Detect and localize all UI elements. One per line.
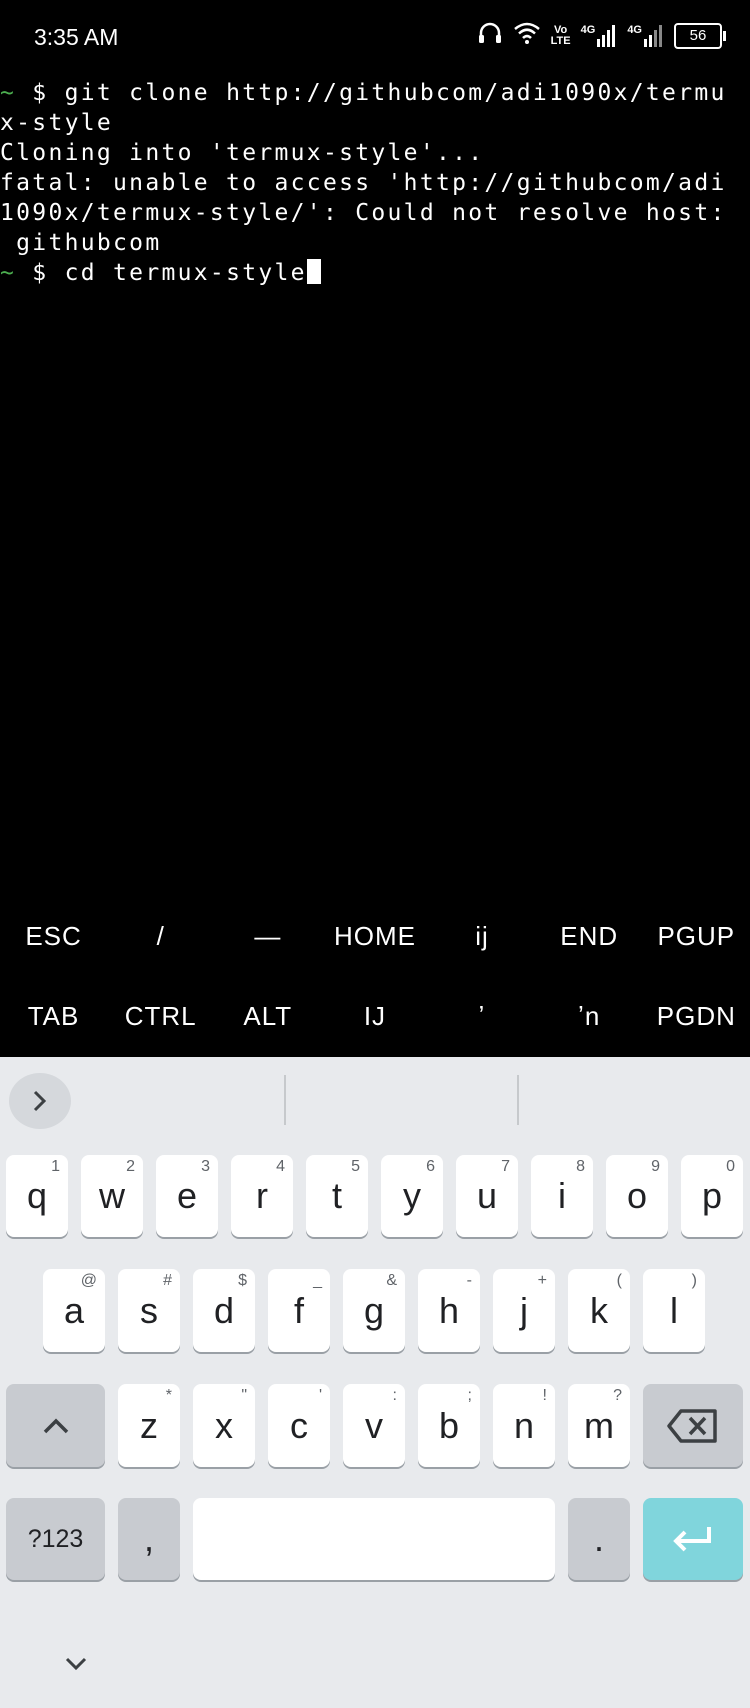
ij-key[interactable]: ij bbox=[429, 906, 536, 966]
network-type-1: 4G bbox=[580, 23, 596, 36]
terminal-line: ~ $ git clone http://githubcom/adi1090x/… bbox=[0, 80, 727, 106]
terminal-line: fatal: unable to access 'http://githubco… bbox=[0, 170, 727, 196]
chevron-right-icon bbox=[33, 1090, 47, 1112]
terminal-line: x-style bbox=[0, 110, 114, 136]
dash-key[interactable]: — bbox=[214, 906, 321, 966]
end-key[interactable]: END bbox=[536, 906, 643, 966]
space-bar[interactable] bbox=[193, 1498, 555, 1580]
status-icons: Vo LTE 4G 4G 56 bbox=[477, 20, 726, 51]
clock: 3:35 AM bbox=[34, 24, 119, 50]
key-n[interactable]: ! n bbox=[493, 1384, 555, 1467]
alt-key[interactable]: ALT bbox=[214, 986, 321, 1046]
headphones-icon bbox=[477, 20, 503, 51]
terminal-line: Cloning into 'termux-style'... bbox=[0, 140, 485, 166]
period-key[interactable]: . bbox=[568, 1498, 630, 1580]
suggestion-bar bbox=[0, 1057, 750, 1143]
extra-keys-bar: ESC / — HOME ij END PGUP TAB CTRL ALT IJ… bbox=[0, 898, 750, 1058]
slash-key[interactable]: / bbox=[107, 906, 214, 966]
wifi-icon bbox=[513, 21, 541, 50]
hide-keyboard-button[interactable] bbox=[58, 1653, 94, 1680]
backspace-key[interactable] bbox=[643, 1384, 743, 1467]
key-z[interactable]: * z bbox=[118, 1384, 180, 1467]
network-type-2: 4G bbox=[627, 23, 642, 36]
comma-key[interactable]: , bbox=[118, 1498, 180, 1580]
key-j[interactable]: + j bbox=[493, 1269, 555, 1352]
key-o[interactable]: 9o bbox=[606, 1155, 668, 1237]
extra-keys-row-2: TAB CTRL ALT IJ ʼ ʼn PGDN bbox=[0, 986, 750, 1046]
key-k[interactable]: (k bbox=[568, 1269, 630, 1352]
prompt-tilde: ~ bbox=[0, 260, 17, 286]
esc-key[interactable]: ESC bbox=[0, 906, 107, 966]
home-key[interactable]: HOME bbox=[321, 906, 428, 966]
expand-toolbar-button[interactable] bbox=[9, 1073, 71, 1129]
volte-indicator: Vo LTE bbox=[550, 23, 571, 47]
key-e[interactable]: 3e bbox=[156, 1155, 218, 1237]
key-x[interactable]: " x bbox=[193, 1384, 255, 1467]
tab-key[interactable]: TAB bbox=[0, 986, 107, 1046]
terminal-line: githubcom bbox=[0, 230, 162, 256]
key-b[interactable]: ; b bbox=[418, 1384, 480, 1467]
key-s[interactable]: # s bbox=[118, 1269, 180, 1352]
key-f[interactable]: _ f bbox=[268, 1269, 330, 1352]
shift-key[interactable] bbox=[6, 1384, 105, 1467]
key-t[interactable]: 5t bbox=[306, 1155, 368, 1237]
signal-2: 4G bbox=[627, 23, 664, 47]
key-w[interactable]: 2w bbox=[81, 1155, 143, 1237]
backspace-icon bbox=[667, 1408, 717, 1443]
key-l[interactable]: ) l bbox=[643, 1269, 705, 1352]
enter-arrow-icon bbox=[673, 1527, 711, 1552]
key-r[interactable]: 4r bbox=[231, 1155, 293, 1237]
shift-arrow-icon bbox=[43, 1418, 68, 1433]
key-h[interactable]: -h bbox=[418, 1269, 480, 1352]
pgup-key[interactable]: PGUP bbox=[643, 906, 750, 966]
suggestion-divider bbox=[284, 1075, 286, 1125]
signal-bars-icon bbox=[597, 24, 616, 47]
key-a[interactable]: @ a bbox=[43, 1269, 105, 1352]
apostrophe-n-key[interactable]: ʼn bbox=[536, 986, 643, 1046]
soft-keyboard: 1q 2w 3e 4r 5t 6y 7u 8i 9o 0p @ a # s $ d _… bbox=[0, 1057, 750, 1708]
apostrophe-key[interactable]: ʼ bbox=[429, 986, 536, 1046]
key-i[interactable]: 8i bbox=[531, 1155, 593, 1237]
status-bar: 3:35 AM Vo LTE 4G 4G 56 bbox=[0, 0, 750, 78]
key-c[interactable]: ' c bbox=[268, 1384, 330, 1467]
key-v[interactable]: :v bbox=[343, 1384, 405, 1467]
ij-upper-key[interactable]: IJ bbox=[321, 986, 428, 1046]
key-d[interactable]: $ d bbox=[193, 1269, 255, 1352]
suggestion-divider bbox=[517, 1075, 519, 1125]
key-g[interactable]: & g bbox=[343, 1269, 405, 1352]
text-cursor bbox=[306, 259, 321, 284]
chevron-down-icon bbox=[65, 1657, 87, 1671]
key-p[interactable]: 0p bbox=[681, 1155, 743, 1237]
battery-icon: 56 bbox=[674, 22, 726, 49]
enter-key[interactable] bbox=[643, 1498, 743, 1580]
terminal-output[interactable]: ~ $ git clone http://githubcom/adi1090x/… bbox=[0, 78, 750, 878]
terminal-input-line[interactable]: ~ $ cd termux-style bbox=[0, 258, 750, 288]
key-q[interactable]: 1q bbox=[6, 1155, 68, 1237]
extra-keys-row-1: ESC / — HOME ij END PGUP bbox=[0, 906, 750, 966]
terminal-line: 1090x/termux-style/': Could not resolve … bbox=[0, 200, 727, 226]
key-m[interactable]: ? m bbox=[568, 1384, 630, 1467]
signal-1: 4G bbox=[580, 23, 618, 47]
key-u[interactable]: 7u bbox=[456, 1155, 518, 1237]
symbols-key[interactable]: ?123 bbox=[6, 1498, 105, 1580]
ctrl-key[interactable]: CTRL bbox=[107, 986, 214, 1046]
prompt-tilde: ~ bbox=[0, 80, 17, 106]
pgdn-key[interactable]: PGDN bbox=[643, 986, 750, 1046]
key-y[interactable]: 6y bbox=[381, 1155, 443, 1237]
signal-bars-icon bbox=[644, 24, 662, 47]
